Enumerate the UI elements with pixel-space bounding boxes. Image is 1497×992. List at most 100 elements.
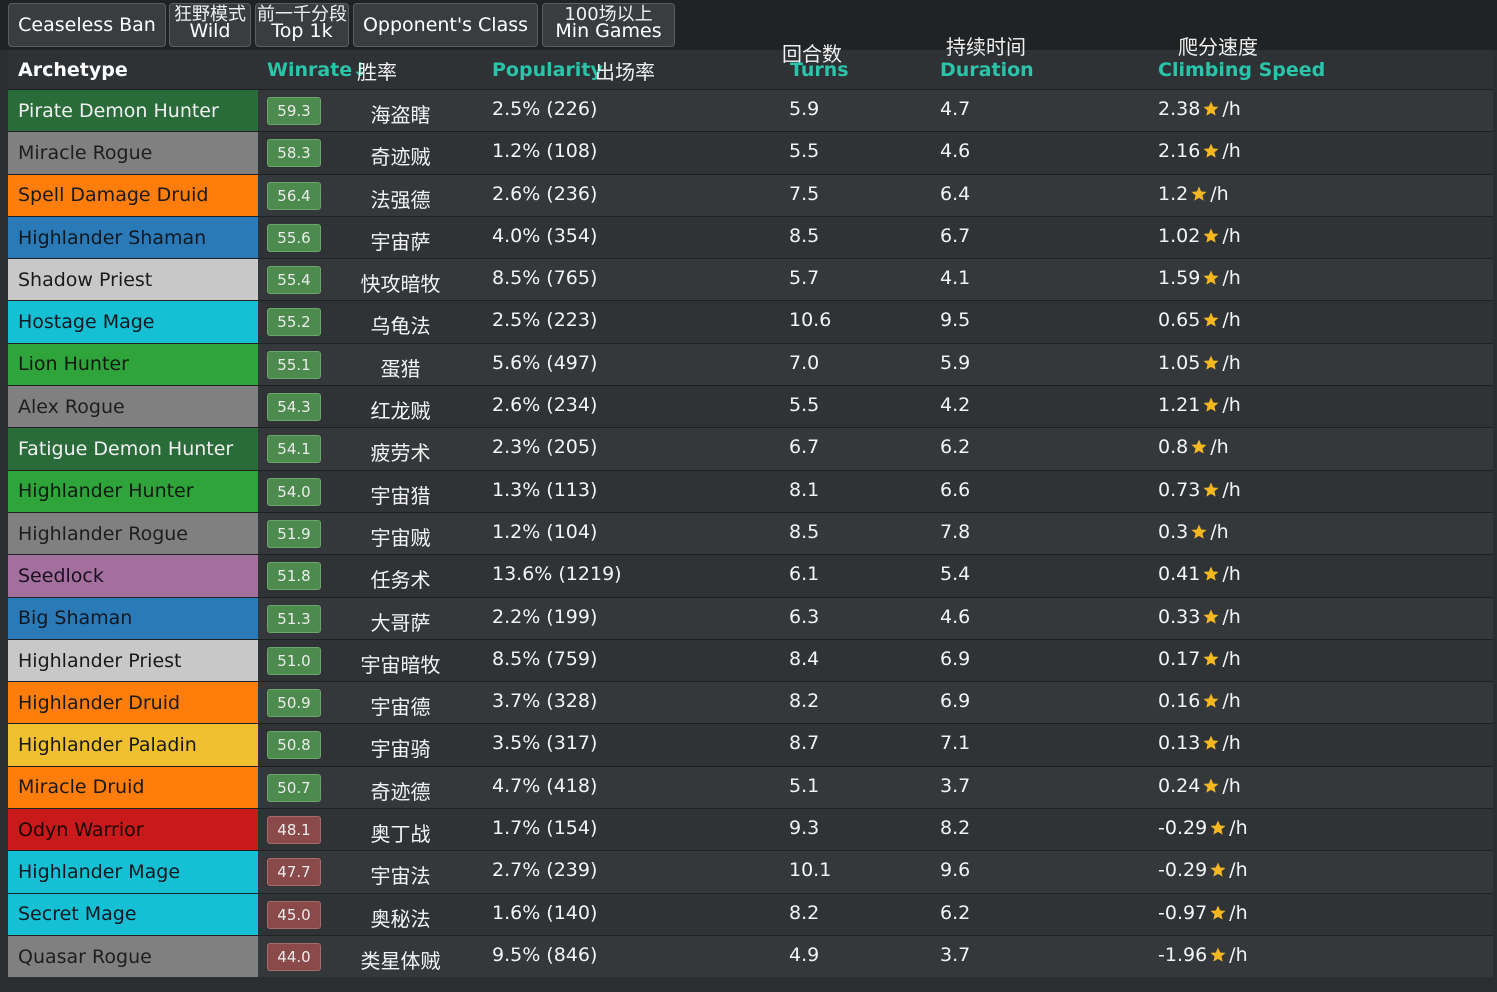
popularity-value: 2.5% (223) [492, 309, 598, 332]
turns-value: 5.1 [789, 774, 820, 797]
table-row[interactable]: Alex Rogue 54.3 红龙贼 2.6% (234) 5.5 4.2 1.21/h [8, 385, 1493, 428]
table-row[interactable]: Hostage Mage 55.2 乌龟法 2.5% (223) 10.6 9.5 0.65… [8, 300, 1493, 343]
archetype-name[interactable]: Odyn Warrior [8, 809, 258, 851]
opponents-class-label: Opponent's Class [362, 14, 529, 36]
star-icon [1210, 905, 1226, 920]
winrate-header[interactable]: Winrate↓ [267, 59, 368, 81]
popularity-value: 3.7% (328) [492, 690, 598, 713]
archetype-name[interactable]: Highlander Mage [8, 851, 258, 893]
table-row[interactable]: Highlander Hunter 54.0 宇宙猎 1.3% (113) 8.1 6.6… [8, 469, 1493, 512]
archetype-name[interactable]: Pirate Demon Hunter [8, 90, 258, 132]
archetype-name[interactable]: Highlander Paladin [8, 724, 258, 766]
duration-header[interactable]: Duration [940, 59, 1034, 81]
archetype-cn-name: 宇宙猎 [370, 483, 431, 508]
table-row[interactable]: Highlander Paladin 50.8 宇宙骑 3.5% (317) 8.7 7.… [8, 723, 1493, 766]
winrate-badge: 55.1 [267, 350, 321, 379]
table-row[interactable]: Fatigue Demon Hunter 54.1 疲劳术 2.3% (205) 6.7… [8, 427, 1493, 470]
table-row[interactable]: Highlander Rogue 51.9 宇宙贼 1.2% (104) 8.5 7.8 0… [8, 511, 1493, 555]
table-row[interactable]: Big Shaman 51.3 大哥萨 2.2% (199) 6.3 4.6 0.33/h [8, 596, 1493, 639]
table-row[interactable]: Miracle Rogue 58.3 奇迹贼 1.2% (108) 5.5 4.6 2.16… [8, 131, 1493, 174]
table-row[interactable]: Pirate Demon Hunter 59.3 海盗瞎 2.5% (226) 5.9 4… [8, 89, 1493, 132]
star-icon [1203, 312, 1219, 328]
archetype-name[interactable]: Alex Rogue [8, 386, 258, 428]
table-row[interactable]: Miracle Druid 50.7 奇迹德 4.7% (418) 5.1 3.7 0.24… [8, 765, 1493, 809]
archetype-cn-name: 任务术 [370, 568, 431, 593]
turns-header[interactable]: Turns [790, 59, 849, 81]
star-icon [1203, 482, 1219, 497]
archetype-name[interactable]: Fatigue Demon Hunter [8, 428, 258, 470]
wild-mode-button[interactable]: 狂野模式 Wild [169, 3, 251, 47]
archetype-name[interactable]: Highlander Druid [8, 682, 258, 724]
wild-mode-label: Wild [189, 20, 231, 42]
winrate-badge: 54.0 [267, 477, 321, 506]
archetype-name[interactable]: Hostage Mage [8, 301, 258, 343]
table-row[interactable]: Shadow Priest 55.4 快攻暗牧 8.5% (765) 5.7 4.1 1.5… [8, 258, 1493, 301]
table-row[interactable]: Highlander Shaman 55.6 宇宙萨 4.0% (354) 8.5 6.7… [8, 215, 1493, 259]
archetype-cn-name: 宇宙暗牧 [360, 652, 441, 677]
archetype-cn-name: 宇宙法 [370, 864, 431, 889]
winrate-badge: 48.1 [267, 816, 321, 845]
archetype-cn-name: 奥秘法 [370, 906, 431, 931]
climbing-speed-value: 1.05 [1158, 351, 1201, 374]
archetype-cn-name: 乌龟法 [370, 314, 431, 339]
archetype-name[interactable]: Highlander Priest [8, 639, 258, 682]
duration-value: 5.4 [940, 563, 971, 586]
turns-value: 5.7 [789, 267, 820, 290]
table-row[interactable]: Spell Damage Druid 56.4 法强德 2.6% (236) 7.5 6.… [8, 173, 1493, 216]
min-games-button[interactable]: 100场以上 Min Games [542, 3, 675, 47]
winrate-badge: 55.6 [267, 223, 321, 252]
climbing-speed-value: 0.13 [1158, 732, 1201, 755]
climbing-speed-unit: /h [1229, 943, 1248, 966]
duration-value: 8.2 [940, 817, 971, 840]
archetype-name[interactable]: Highlander Hunter [8, 470, 258, 512]
archetype-name[interactable]: Miracle Rogue [8, 132, 258, 174]
climbing-speed-cell: 0.13/h [1158, 732, 1241, 754]
winrate-badge: 51.0 [267, 646, 321, 675]
archetype-name[interactable]: Lion Hunter [8, 343, 258, 386]
turns-value: 8.2 [789, 901, 820, 924]
turns-value: 9.3 [789, 817, 820, 840]
archetype-name[interactable]: Miracle Druid [8, 766, 258, 809]
turns-value: 5.9 [789, 98, 820, 120]
archetype-name[interactable]: Secret Mage [8, 893, 258, 935]
ceaseless-ban-button[interactable]: Ceaseless Ban [8, 3, 166, 47]
climbing-speed-value: 0.73 [1158, 478, 1201, 501]
table-row[interactable]: Seedlock 51.8 任务术 13.6% (1219) 6.1 5.4 0.41/h [8, 554, 1493, 597]
climbing-speed-header[interactable]: Climbing Speed [1158, 59, 1325, 81]
popularity-header[interactable]: Popularity [492, 59, 603, 81]
table-row[interactable]: Quasar Rogue 44.0 类星体贼 9.5% (846) 4.9 3.7 -1.9… [8, 934, 1493, 978]
table-row[interactable]: Highlander Druid 50.9 宇宙德 3.7% (328) 8.2 6.9 0… [8, 681, 1493, 724]
star-icon [1203, 228, 1219, 243]
table-row[interactable]: Secret Mage 45.0 奥秘法 1.6% (140) 8.2 6.2 -0.97/… [8, 892, 1493, 935]
winrate-badge: 50.7 [267, 773, 321, 802]
archetype-name[interactable]: Highlander Shaman [8, 216, 258, 259]
archetype-cn-name: 宇宙德 [370, 695, 431, 720]
archetype-name[interactable]: Shadow Priest [8, 259, 258, 301]
climbing-speed-unit: /h [1229, 817, 1248, 840]
duration-value: 6.6 [940, 478, 971, 501]
turns-value: 6.1 [789, 563, 820, 586]
climbing-speed-cell: 0.3/h [1158, 521, 1229, 543]
table-row[interactable]: Odyn Warrior 48.1 奥丁战 1.7% (154) 9.3 8.2 -0.29… [8, 808, 1493, 851]
climbing-speed-value: 1.2 [1158, 182, 1189, 205]
duration-value: 4.2 [940, 394, 971, 417]
table-row[interactable]: Lion Hunter 55.1 蛋猎 5.6% (497) 7.0 5.9 1.05/h [8, 342, 1493, 386]
archetype-cn-name: 宇宙贼 [370, 525, 431, 550]
climbing-speed-cell: -0.97/h [1158, 902, 1248, 924]
climbing-speed-unit: /h [1229, 901, 1248, 924]
archetype-name[interactable]: Spell Damage Druid [8, 174, 258, 216]
climbing-speed-cell: 1.2/h [1158, 183, 1229, 205]
archetype-name[interactable]: Quasar Rogue [8, 935, 258, 978]
archetype-name[interactable]: Big Shaman [8, 597, 258, 639]
archetype-name[interactable]: Highlander Rogue [8, 512, 258, 555]
opponents-class-button[interactable]: Opponent's Class [353, 3, 538, 47]
turns-value: 10.1 [789, 859, 832, 882]
archetype-name[interactable]: Seedlock [8, 555, 258, 597]
climbing-speed-value: -0.29 [1158, 817, 1208, 840]
table-row[interactable]: Highlander Priest 51.0 宇宙暗牧 8.5% (759) 8.4 6.… [8, 638, 1493, 682]
top-1k-button[interactable]: 前一千分段 Top 1k [255, 3, 349, 47]
archetype-header[interactable]: Archetype [18, 59, 128, 81]
winrate-badge: 50.8 [267, 731, 321, 760]
climbing-speed-value: 0.8 [1158, 436, 1189, 459]
table-row[interactable]: Highlander Mage 47.7 宇宙法 2.7% (239) 10.1 9.6 -… [8, 850, 1493, 893]
